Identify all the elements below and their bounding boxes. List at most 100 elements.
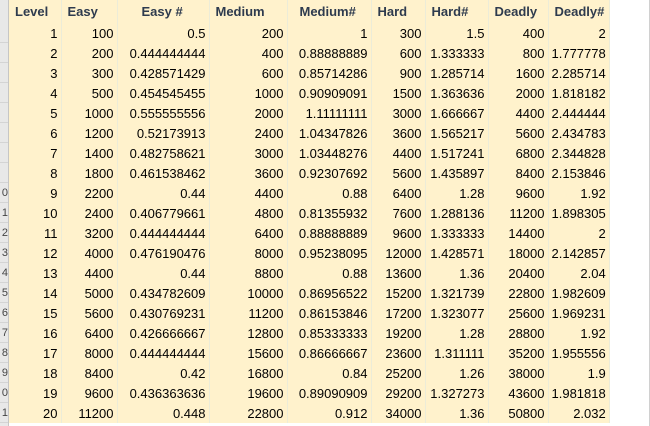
cell-hard-ratio[interactable]: 1.517241 (425, 143, 489, 163)
cell-hard[interactable]: 25200 (371, 363, 426, 383)
cell-easy[interactable]: 2400 (61, 203, 118, 223)
row-number[interactable] (0, 43, 8, 63)
cell-medium[interactable]: 600 (209, 63, 288, 83)
cell-easy[interactable]: 8000 (61, 343, 118, 363)
cell-easy-ratio[interactable]: 0.52173913 (117, 123, 210, 143)
cell-level[interactable]: 12 (9, 243, 62, 263)
cell-easy-ratio[interactable]: 0.44 (117, 263, 210, 283)
cell-deadly-ratio[interactable]: 1.92 (548, 323, 610, 343)
cell-deadly-ratio[interactable]: 2 (548, 23, 610, 43)
header-medium[interactable]: Medium (209, 0, 288, 23)
cell-medium[interactable]: 200 (209, 23, 288, 43)
cell-medium-ratio[interactable]: 0.92307692 (287, 163, 372, 183)
cell-medium-ratio[interactable]: 0.85714286 (287, 63, 372, 83)
header-easy[interactable]: Easy (61, 0, 118, 23)
cell-deadly[interactable]: 4400 (488, 103, 549, 123)
cell-medium-ratio[interactable]: 0.90909091 (287, 83, 372, 103)
cell-level[interactable]: 1 (9, 23, 62, 43)
cell-hard-ratio[interactable]: 1.327273 (425, 383, 489, 403)
cell-hard[interactable]: 15200 (371, 283, 426, 303)
cell-easy[interactable]: 9600 (61, 383, 118, 403)
cell-easy-ratio[interactable]: 0.430769231 (117, 303, 210, 323)
cell-deadly-ratio[interactable]: 1.969231 (548, 303, 610, 323)
row-number[interactable]: 9 (0, 363, 8, 383)
cell-deadly-ratio[interactable]: 1.818182 (548, 83, 610, 103)
row-number[interactable]: 2 (0, 223, 8, 243)
cell-hard[interactable]: 6400 (371, 183, 426, 203)
cell-hard[interactable]: 9600 (371, 223, 426, 243)
cell-deadly-ratio[interactable]: 2.153846 (548, 163, 610, 183)
header-easy-ratio[interactable]: Easy # (117, 0, 210, 23)
cell-easy-ratio[interactable]: 0.428571429 (117, 63, 210, 83)
cell-easy-ratio[interactable]: 0.476190476 (117, 243, 210, 263)
cell-hard-ratio[interactable]: 1.5 (425, 23, 489, 43)
cell-level[interactable]: 11 (9, 223, 62, 243)
cell-deadly-ratio[interactable]: 2.142857 (548, 243, 610, 263)
cell-hard-ratio[interactable]: 1.28 (425, 323, 489, 343)
cell-deadly[interactable]: 18000 (488, 243, 549, 263)
cell-medium-ratio[interactable]: 0.81355932 (287, 203, 372, 223)
cell-medium-ratio[interactable]: 1.03448276 (287, 143, 372, 163)
cell-hard-ratio[interactable]: 1.333333 (425, 223, 489, 243)
cell-level[interactable]: 18 (9, 363, 62, 383)
row-number[interactable] (0, 63, 8, 83)
cell-hard[interactable]: 3000 (371, 103, 426, 123)
header-hard[interactable]: Hard (371, 0, 426, 23)
cell-medium[interactable]: 6400 (209, 223, 288, 243)
cell-level[interactable]: 2 (9, 43, 62, 63)
cell-hard-ratio[interactable]: 1.321739 (425, 283, 489, 303)
cell-easy-ratio[interactable]: 0.434782609 (117, 283, 210, 303)
cell-easy-ratio[interactable]: 0.444444444 (117, 343, 210, 363)
cell-easy[interactable]: 1200 (61, 123, 118, 143)
cell-easy[interactable]: 1800 (61, 163, 118, 183)
row-number[interactable]: 4 (0, 263, 8, 283)
row-number[interactable] (0, 103, 8, 123)
cell-deadly-ratio[interactable]: 1.982609 (548, 283, 610, 303)
cell-level[interactable]: 5 (9, 103, 62, 123)
cell-level[interactable]: 16 (9, 323, 62, 343)
cell-hard-ratio[interactable]: 1.28 (425, 183, 489, 203)
cell-medium-ratio[interactable]: 1.04347826 (287, 123, 372, 143)
cell-easy-ratio[interactable]: 0.444444444 (117, 43, 210, 63)
cell-medium[interactable]: 19600 (209, 383, 288, 403)
cell-medium-ratio[interactable]: 0.86956522 (287, 283, 372, 303)
cell-hard-ratio[interactable]: 1.363636 (425, 83, 489, 103)
cell-deadly[interactable]: 400 (488, 23, 549, 43)
cell-hard[interactable]: 600 (371, 43, 426, 63)
cell-easy-ratio[interactable]: 0.42 (117, 363, 210, 383)
cell-deadly-ratio[interactable]: 1.92 (548, 183, 610, 203)
cell-medium[interactable]: 3600 (209, 163, 288, 183)
cell-hard[interactable]: 5600 (371, 163, 426, 183)
cell-easy-ratio[interactable]: 0.436363636 (117, 383, 210, 403)
cell-hard-ratio[interactable]: 1.565217 (425, 123, 489, 143)
cell-easy[interactable]: 6400 (61, 323, 118, 343)
cell-hard-ratio[interactable]: 1.435897 (425, 163, 489, 183)
cell-hard[interactable]: 300 (371, 23, 426, 43)
cell-hard[interactable]: 17200 (371, 303, 426, 323)
cell-medium-ratio[interactable]: 1 (287, 23, 372, 43)
cell-hard-ratio[interactable]: 1.428571 (425, 243, 489, 263)
cell-deadly-ratio[interactable]: 2 (548, 223, 610, 243)
cell-medium-ratio[interactable]: 0.88888889 (287, 223, 372, 243)
cell-deadly-ratio[interactable]: 1.898305 (548, 203, 610, 223)
cell-deadly-ratio[interactable]: 2.04 (548, 263, 610, 283)
cell-easy[interactable]: 100 (61, 23, 118, 43)
cell-medium-ratio[interactable]: 0.89090909 (287, 383, 372, 403)
cell-deadly[interactable]: 800 (488, 43, 549, 63)
cell-deadly-ratio[interactable]: 1.777778 (548, 43, 610, 63)
cell-medium[interactable]: 4800 (209, 203, 288, 223)
cell-easy[interactable]: 500 (61, 83, 118, 103)
cell-deadly[interactable]: 8400 (488, 163, 549, 183)
cell-easy-ratio[interactable]: 0.444444444 (117, 223, 210, 243)
cell-hard-ratio[interactable]: 1.26 (425, 363, 489, 383)
cell-hard-ratio[interactable]: 1.666667 (425, 103, 489, 123)
cell-medium[interactable]: 22800 (209, 403, 288, 423)
cell-deadly[interactable]: 2000 (488, 83, 549, 103)
cell-deadly[interactable]: 50800 (488, 403, 549, 423)
cell-medium-ratio[interactable]: 0.88888889 (287, 43, 372, 63)
cell-hard-ratio[interactable]: 1.285714 (425, 63, 489, 83)
cell-easy[interactable]: 11200 (61, 403, 118, 423)
cell-medium[interactable]: 2400 (209, 123, 288, 143)
cell-hard-ratio[interactable]: 1.36 (425, 263, 489, 283)
row-number[interactable]: 0 (0, 383, 8, 403)
